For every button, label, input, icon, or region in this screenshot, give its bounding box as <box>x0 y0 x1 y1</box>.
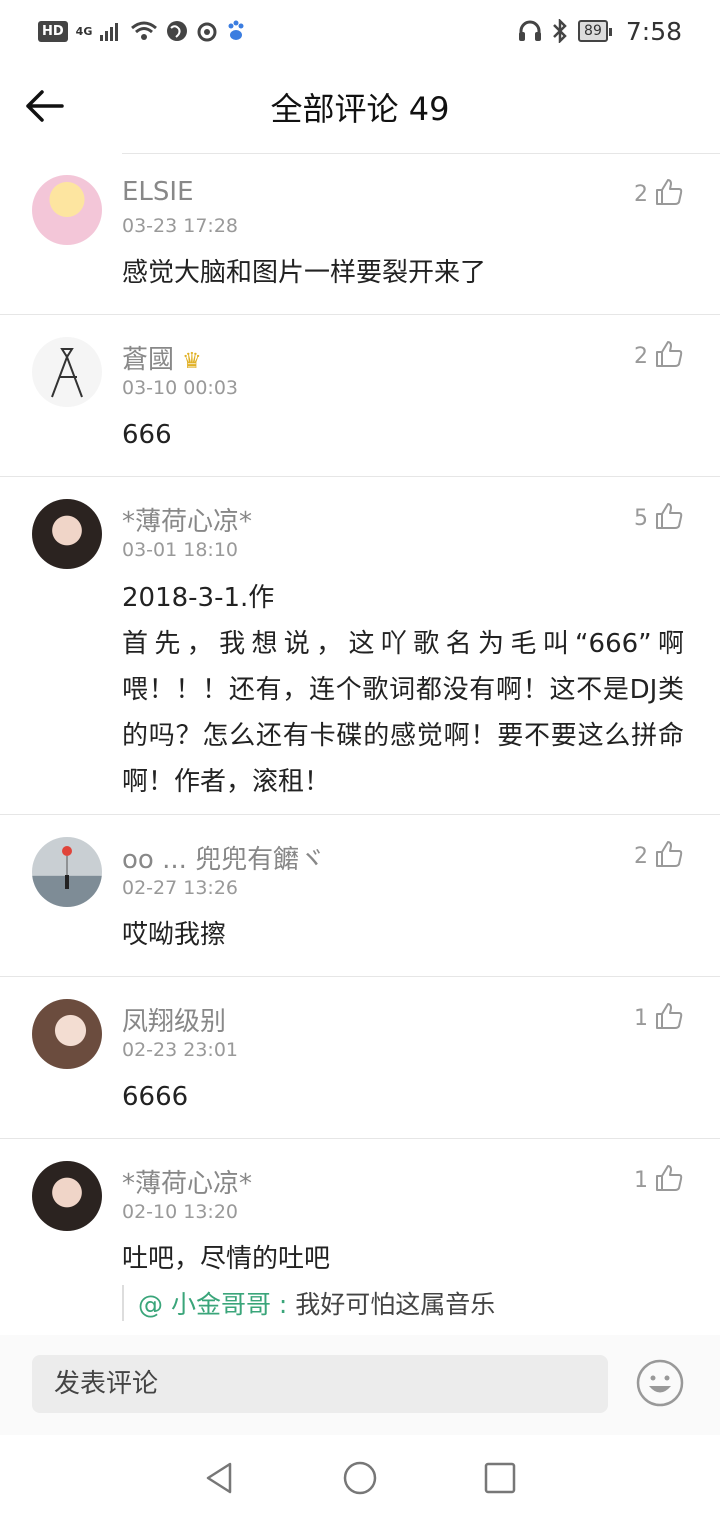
status-bar: HD 4G 89 7:58 <box>0 0 720 62</box>
avatar[interactable] <box>32 175 102 245</box>
thumbs-up-icon <box>656 341 683 367</box>
wifi-icon <box>131 21 158 40</box>
comment-input-bar: 发表评论 <box>0 1335 720 1435</box>
comment-text: 666 <box>122 420 172 450</box>
avatar[interactable] <box>32 337 102 407</box>
crown-icon: ♛ <box>182 349 202 374</box>
thumbs-up-icon <box>656 503 683 529</box>
comment-item: *薄荷心凉* 03-01 18:10 5 2018-3-1.作 首先，我想说，这… <box>0 477 720 815</box>
thumbs-up-icon <box>656 179 683 205</box>
network-type: 4G <box>75 24 93 38</box>
username[interactable]: oo ... 兜兜有饝ヾ <box>122 839 325 876</box>
like-button[interactable]: 1 <box>634 1001 684 1031</box>
like-button[interactable]: 1 <box>634 1163 684 1193</box>
comment-item: oo ... 兜兜有饝ヾ 02-27 13:26 2 哎呦我擦 <box>0 815 720 977</box>
comment-item: ELSIE 03-23 17:28 2 感觉大脑和图片一样要裂开来了 <box>0 153 720 315</box>
system-nav-bar <box>0 1435 720 1520</box>
comment-text: 感觉大脑和图片一样要裂开来了 <box>122 258 487 288</box>
comment-time: 02-23 23:01 <box>122 1039 239 1061</box>
comment-text: 吐吧，尽情的吐吧 <box>122 1244 331 1274</box>
avatar[interactable] <box>32 999 102 1069</box>
hd-badge: HD <box>38 20 68 42</box>
like-count: 2 <box>634 182 648 207</box>
battery-indicator: 89 <box>578 20 612 42</box>
bluetooth-icon <box>553 19 567 43</box>
globe-icon <box>167 21 188 41</box>
like-count: 1 <box>634 1006 648 1031</box>
avatar[interactable] <box>32 837 102 907</box>
thumbs-up-icon <box>656 1003 683 1029</box>
like-button[interactable]: 2 <box>634 339 684 369</box>
comment-time: 03-01 18:10 <box>122 539 239 561</box>
page-title: 全部评论 49 <box>270 90 450 128</box>
back-triangle-icon[interactable] <box>202 1460 238 1496</box>
comment-text: 哎呦我擦 <box>122 920 227 950</box>
comment-time: 03-10 00:03 <box>122 377 239 399</box>
header: 全部评论 49 <box>0 62 720 152</box>
comment-item: 凤翔级别 02-23 23:01 1 6666 <box>0 977 720 1139</box>
comment-list[interactable]: ELSIE 03-23 17:28 2 感觉大脑和图片一样要裂开来了 蒼國 ♛ 0… <box>0 153 720 1333</box>
reply-quote[interactable]: @ 小金哥哥 : 我好可怕这属音乐 <box>122 1285 495 1321</box>
comment-text: 2018-3-1.作 首先，我想说，这吖歌名为毛叫“666”啊喂！！！还有，连个… <box>122 583 684 797</box>
comment-time: 02-27 13:26 <box>122 877 239 899</box>
avatar[interactable] <box>32 1161 102 1231</box>
like-count: 5 <box>634 506 648 531</box>
weibo-icon <box>197 22 217 42</box>
like-button[interactable]: 5 <box>634 501 684 531</box>
clock: 7:58 <box>625 16 682 46</box>
signal-icon <box>100 23 119 41</box>
home-circle-icon[interactable] <box>342 1460 378 1496</box>
like-button[interactable]: 2 <box>634 839 684 869</box>
like-count: 2 <box>634 844 648 869</box>
avatar[interactable] <box>32 499 102 569</box>
paw-icon <box>228 20 244 40</box>
username[interactable]: *薄荷心凉* <box>122 1163 252 1200</box>
arrow-left-icon[interactable] <box>22 84 66 128</box>
like-count: 2 <box>634 344 648 369</box>
comment-text: 6666 <box>122 1082 189 1112</box>
comment-time: 03-23 17:28 <box>122 215 239 237</box>
username[interactable]: 凤翔级别 <box>122 1001 226 1038</box>
like-count: 1 <box>634 1168 648 1193</box>
smiley-icon[interactable] <box>636 1359 684 1407</box>
username[interactable]: ELSIE <box>122 177 194 207</box>
like-button[interactable]: 2 <box>634 177 684 207</box>
thumbs-up-icon <box>656 841 683 867</box>
thumbs-up-icon <box>656 1165 683 1191</box>
comment-input[interactable]: 发表评论 <box>32 1355 608 1413</box>
comment-item: *薄荷心凉* 02-10 13:20 1 吐吧，尽情的吐吧 @ 小金哥哥 : 我… <box>0 1139 720 1333</box>
comment-item: 蒼國 ♛ 03-10 00:03 2 666 <box>0 315 720 477</box>
username[interactable]: *薄荷心凉* <box>122 501 252 538</box>
recents-square-icon[interactable] <box>482 1460 518 1496</box>
reply-text: 我好可怕这属音乐 <box>295 1290 496 1319</box>
headphones-icon <box>519 20 542 41</box>
comment-time: 02-10 13:20 <box>122 1201 239 1223</box>
reply-username[interactable]: @ 小金哥哥 : <box>138 1290 287 1319</box>
username[interactable]: 蒼國 ♛ <box>122 339 202 376</box>
